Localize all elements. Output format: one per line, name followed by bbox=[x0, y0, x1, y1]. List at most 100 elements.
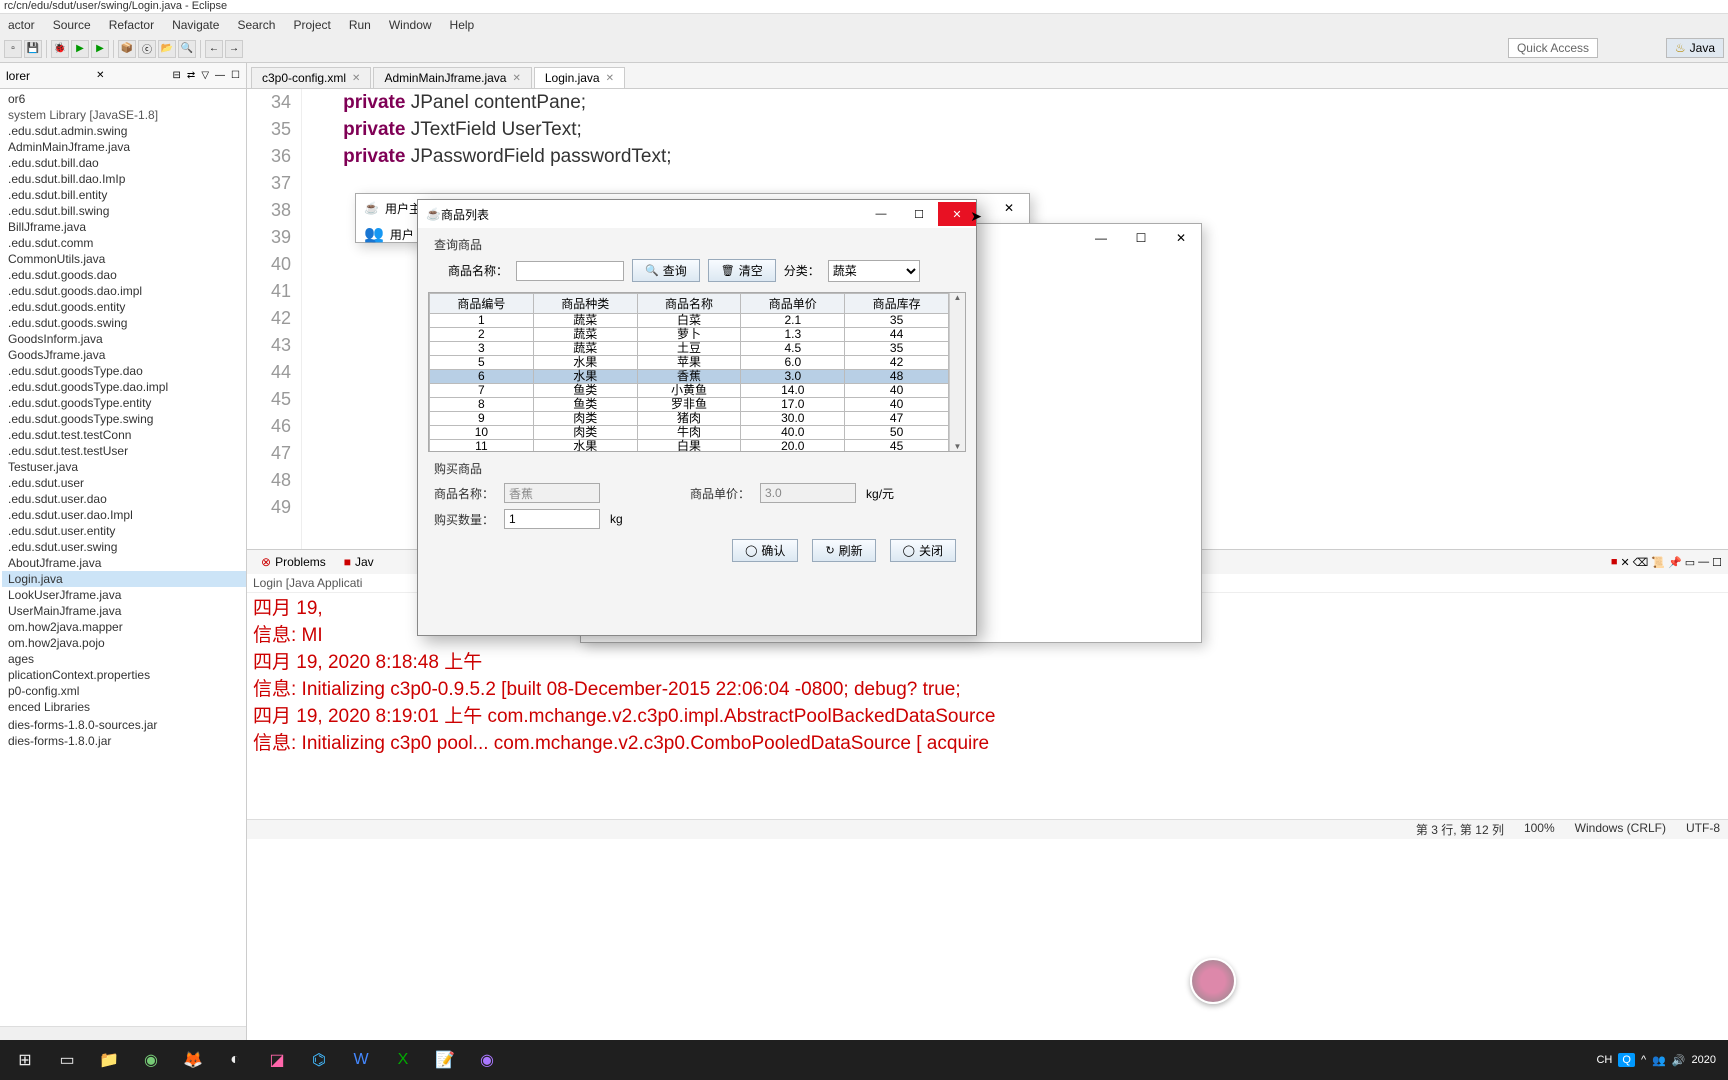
tree-item[interactable]: .edu.sdut.test.testConn bbox=[2, 427, 246, 443]
tree-item[interactable]: .edu.sdut.goods.dao bbox=[2, 267, 246, 283]
link-editor-icon[interactable]: ⇄ bbox=[185, 70, 197, 81]
tree-item[interactable]: BillJframe.java bbox=[2, 219, 246, 235]
menu-search[interactable]: Search bbox=[229, 16, 283, 34]
tb-class-icon[interactable]: ⓒ bbox=[138, 40, 156, 58]
tree-item[interactable]: p0-config.xml bbox=[2, 683, 246, 699]
quick-access[interactable]: Quick Access bbox=[1508, 38, 1598, 58]
table-header[interactable]: 商品单价 bbox=[741, 294, 845, 314]
tree-item[interactable]: UserMainJframe.java bbox=[2, 603, 246, 619]
tree-item[interactable]: Login.java bbox=[2, 571, 246, 587]
search-name-input[interactable] bbox=[516, 261, 624, 281]
excel-icon[interactable]: X bbox=[384, 1044, 422, 1076]
table-row[interactable]: 11水果白果20.045 bbox=[430, 440, 949, 452]
tree-item[interactable]: .edu.sdut.goods.swing bbox=[2, 315, 246, 331]
maximize-icon[interactable]: ☐ bbox=[229, 70, 242, 81]
tb-debug-icon[interactable]: 🐞 bbox=[51, 40, 69, 58]
jre-library[interactable]: system Library [JavaSE-1.8] bbox=[2, 107, 246, 123]
table-row[interactable]: 10肉类牛肉40.050 bbox=[430, 426, 949, 440]
intellij-icon[interactable]: ◪ bbox=[258, 1044, 296, 1076]
tray-clock[interactable]: 2020 bbox=[1692, 1054, 1716, 1066]
notes-icon[interactable]: 📝 bbox=[426, 1044, 464, 1076]
tree-item[interactable]: .edu.sdut.user.swing bbox=[2, 539, 246, 555]
tray-q-icon[interactable]: Q bbox=[1618, 1053, 1635, 1067]
tb-pkg-icon[interactable]: 📦 bbox=[118, 40, 136, 58]
tree-item[interactable]: dies-forms-1.8.0.jar bbox=[2, 733, 246, 749]
tree-item[interactable]: .edu.sdut.comm bbox=[2, 235, 246, 251]
tree-item[interactable]: plicationContext.properties bbox=[2, 667, 246, 683]
explorer-icon[interactable]: 📁 bbox=[90, 1044, 128, 1076]
chrome-icon[interactable]: ◐ bbox=[216, 1044, 254, 1076]
minimize-icon[interactable]: — bbox=[213, 70, 227, 81]
tree-item[interactable]: dies-forms-1.8.0-sources.jar bbox=[2, 717, 246, 733]
blank-dlg-close-icon[interactable]: ✕ bbox=[1161, 231, 1201, 245]
word-icon[interactable]: W bbox=[342, 1044, 380, 1076]
buy-qty-input[interactable] bbox=[504, 509, 600, 529]
menu-window[interactable]: Window bbox=[381, 16, 440, 34]
product-table[interactable]: 商品编号商品种类商品名称商品单价商品库存 1蔬菜白菜2.1352蔬菜萝卜1.34… bbox=[429, 293, 949, 451]
start-button[interactable]: ⊞ bbox=[6, 1044, 44, 1076]
tray-up-icon[interactable]: ^ bbox=[1641, 1054, 1646, 1066]
tree-item[interactable]: .edu.sdut.goods.dao.impl bbox=[2, 283, 246, 299]
menu-source[interactable]: Source bbox=[45, 16, 99, 34]
vscode-icon[interactable]: ⌬ bbox=[300, 1044, 338, 1076]
console-lock-icon[interactable]: 📜 bbox=[1651, 556, 1665, 569]
user-dlg-close-icon[interactable]: ✕ bbox=[989, 201, 1029, 215]
table-row[interactable]: 3蔬菜土豆4.535 bbox=[430, 342, 949, 356]
table-header[interactable]: 商品种类 bbox=[533, 294, 637, 314]
tree-item[interactable]: .edu.sdut.admin.swing bbox=[2, 123, 246, 139]
menu-project[interactable]: Project bbox=[285, 16, 338, 34]
eclipse-icon[interactable]: ◉ bbox=[468, 1044, 506, 1076]
tb-open-icon[interactable]: 📂 bbox=[158, 40, 176, 58]
console-display-icon[interactable]: ▭ bbox=[1685, 556, 1695, 569]
console-clear-icon[interactable]: ⌫ bbox=[1633, 556, 1649, 569]
tb-runext-icon[interactable]: ▶ bbox=[91, 40, 109, 58]
console-max-icon[interactable]: ☐ bbox=[1712, 556, 1722, 569]
table-row[interactable]: 9肉类猪肉30.047 bbox=[430, 412, 949, 426]
tree-item[interactable]: .edu.sdut.user.dao.Impl bbox=[2, 507, 246, 523]
tb-save-icon[interactable]: 💾 bbox=[24, 40, 42, 58]
tree-item[interactable]: .edu.sdut.bill.dao bbox=[2, 155, 246, 171]
tree-item[interactable]: GoodsInform.java bbox=[2, 331, 246, 347]
menu-run[interactable]: Run bbox=[341, 16, 379, 34]
proj-root[interactable]: or6 bbox=[2, 91, 246, 107]
dlg-close-icon[interactable]: ✕ bbox=[938, 202, 976, 226]
tree-item[interactable]: .edu.sdut.bill.dao.ImIp bbox=[2, 171, 246, 187]
table-row[interactable]: 2蔬菜萝卜1.344 bbox=[430, 328, 949, 342]
tray-people-icon[interactable]: 👥 bbox=[1652, 1054, 1666, 1067]
tree-item[interactable]: .edu.sdut.goodsType.swing bbox=[2, 411, 246, 427]
editor-tab[interactable]: Login.java✕ bbox=[534, 67, 625, 88]
query-button[interactable]: 🔍查询 bbox=[632, 259, 700, 282]
table-row[interactable]: 7鱼类小黄鱼14.040 bbox=[430, 384, 949, 398]
float-avatar[interactable] bbox=[1190, 958, 1236, 1004]
tree-item[interactable]: AdminMainJframe.java bbox=[2, 139, 246, 155]
close-icon[interactable]: ✕ bbox=[352, 73, 360, 84]
category-select[interactable]: 蔬菜 bbox=[828, 260, 920, 282]
tree-item[interactable]: enced Libraries bbox=[2, 699, 246, 715]
firefox-icon[interactable]: 🦊 bbox=[174, 1044, 212, 1076]
editor-tab[interactable]: c3p0-config.xml✕ bbox=[251, 67, 371, 88]
tb-search-icon[interactable]: 🔍 bbox=[178, 40, 196, 58]
collapse-all-icon[interactable]: ⊟ bbox=[171, 70, 183, 81]
refresh-button[interactable]: ↻刷新 bbox=[812, 539, 875, 562]
tree-item[interactable]: .edu.sdut.goodsType.entity bbox=[2, 395, 246, 411]
tree-item[interactable]: AboutJframe.java bbox=[2, 555, 246, 571]
tree-item[interactable]: .edu.sdut.goodsType.dao.impl bbox=[2, 379, 246, 395]
perspective-java[interactable]: ♨ Java bbox=[1666, 38, 1724, 58]
package-explorer-tab[interactable]: lorer ✕ ⊟ ⇄ ▽ — ☐ bbox=[0, 63, 246, 89]
package-tree[interactable]: or6 system Library [JavaSE-1.8] .edu.sdu… bbox=[0, 89, 246, 1026]
blank-dlg-min-icon[interactable]: — bbox=[1081, 231, 1121, 245]
tree-item[interactable]: .edu.sdut.bill.swing bbox=[2, 203, 246, 219]
table-row[interactable]: 6水果香蕉3.048 bbox=[430, 370, 949, 384]
tree-item[interactable]: .edu.sdut.user bbox=[2, 475, 246, 491]
tab-javadoc[interactable]: ■Jav bbox=[336, 553, 382, 571]
tray-net-icon[interactable]: 🔊 bbox=[1672, 1054, 1686, 1067]
close-icon[interactable]: ✕ bbox=[512, 73, 520, 84]
menu-help[interactable]: Help bbox=[442, 16, 483, 34]
tb-back-icon[interactable]: ← bbox=[205, 40, 223, 58]
tb-new-icon[interactable]: ▫ bbox=[4, 40, 22, 58]
menu-navigate[interactable]: Navigate bbox=[164, 16, 227, 34]
menu-refactor[interactable]: actor bbox=[0, 16, 43, 34]
blank-dlg-max-icon[interactable]: ☐ bbox=[1121, 231, 1161, 245]
tree-item[interactable]: .edu.sdut.bill.entity bbox=[2, 187, 246, 203]
menu-refactor2[interactable]: Refactor bbox=[101, 16, 162, 34]
